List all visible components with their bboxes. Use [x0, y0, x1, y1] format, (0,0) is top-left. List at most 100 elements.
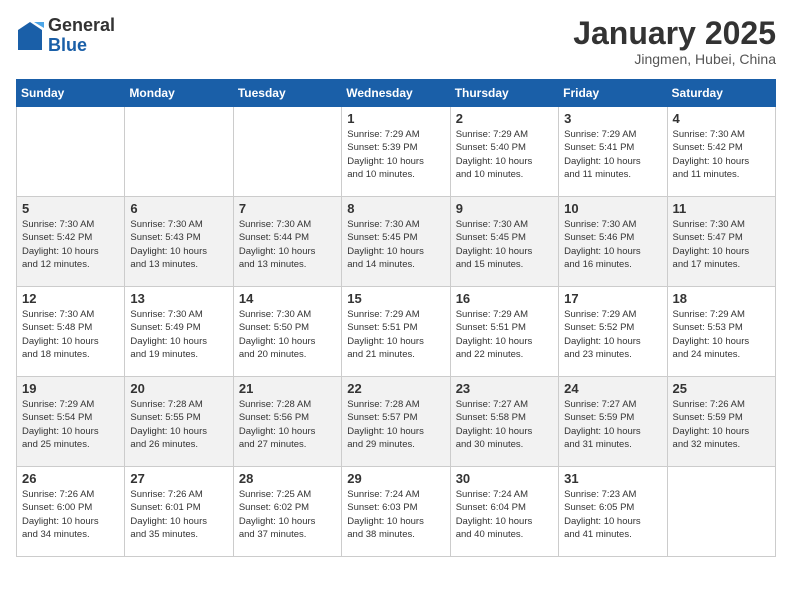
- day-number: 11: [673, 201, 770, 216]
- day-number: 19: [22, 381, 119, 396]
- day-info: Sunrise: 7:29 AM Sunset: 5:39 PM Dayligh…: [347, 128, 444, 181]
- calendar-cell: 21 Sunrise: 7:28 AM Sunset: 5:56 PM Dayli…: [233, 377, 341, 467]
- weekday-header-friday: Friday: [559, 80, 667, 107]
- calendar-cell: 3Sunrise: 7:29 AM Sunset: 5:41 PM Daylig…: [559, 107, 667, 197]
- calendar-cell: 11 Sunrise: 7:30 AM Sunset: 5:47 PM Dayli…: [667, 197, 775, 287]
- day-info: Sunrise: 7:30 AM Sunset: 5:46 PM Dayligh…: [564, 218, 661, 271]
- calendar-cell: 16 Sunrise: 7:29 AM Sunset: 5:51 PM Dayli…: [450, 287, 558, 377]
- day-info: Sunrise: 7:30 AM Sunset: 5:50 PM Dayligh…: [239, 308, 336, 361]
- day-number: 23: [456, 381, 553, 396]
- calendar-cell: 12 Sunrise: 7:30 AM Sunset: 5:48 PM Dayli…: [17, 287, 125, 377]
- day-number: 4: [673, 111, 770, 126]
- day-number: 7: [239, 201, 336, 216]
- calendar-cell: 15 Sunrise: 7:29 AM Sunset: 5:51 PM Dayli…: [342, 287, 450, 377]
- day-info: Sunrise: 7:29 AM Sunset: 5:51 PM Dayligh…: [347, 308, 444, 361]
- calendar-table: SundayMondayTuesdayWednesdayThursdayFrid…: [16, 79, 776, 557]
- calendar-cell: 19 Sunrise: 7:29 AM Sunset: 5:54 PM Dayli…: [17, 377, 125, 467]
- day-number: 27: [130, 471, 227, 486]
- calendar-week-3: 12 Sunrise: 7:30 AM Sunset: 5:48 PM Dayli…: [17, 287, 776, 377]
- calendar-cell: 30Sunrise: 7:24 AM Sunset: 6:04 PM Dayli…: [450, 467, 558, 557]
- day-info: Sunrise: 7:29 AM Sunset: 5:53 PM Dayligh…: [673, 308, 770, 361]
- calendar-cell: 6 Sunrise: 7:30 AM Sunset: 5:43 PM Daylig…: [125, 197, 233, 287]
- logo-blue-text: Blue: [48, 36, 115, 56]
- day-info: Sunrise: 7:28 AM Sunset: 5:55 PM Dayligh…: [130, 398, 227, 451]
- calendar-cell: 20 Sunrise: 7:28 AM Sunset: 5:55 PM Dayli…: [125, 377, 233, 467]
- day-info: Sunrise: 7:26 AM Sunset: 6:00 PM Dayligh…: [22, 488, 119, 541]
- day-number: 3: [564, 111, 661, 126]
- day-info: Sunrise: 7:26 AM Sunset: 5:59 PM Dayligh…: [673, 398, 770, 451]
- calendar-cell: 10 Sunrise: 7:30 AM Sunset: 5:46 PM Dayli…: [559, 197, 667, 287]
- day-info: Sunrise: 7:29 AM Sunset: 5:52 PM Dayligh…: [564, 308, 661, 361]
- title-section: January 2025 Jingmen, Hubei, China: [573, 16, 776, 67]
- day-info: Sunrise: 7:28 AM Sunset: 5:56 PM Dayligh…: [239, 398, 336, 451]
- day-info: Sunrise: 7:30 AM Sunset: 5:47 PM Dayligh…: [673, 218, 770, 271]
- day-number: 15: [347, 291, 444, 306]
- day-number: 16: [456, 291, 553, 306]
- calendar-week-4: 19 Sunrise: 7:29 AM Sunset: 5:54 PM Dayli…: [17, 377, 776, 467]
- calendar-cell: 26 Sunrise: 7:26 AM Sunset: 6:00 PM Dayli…: [17, 467, 125, 557]
- day-number: 29: [347, 471, 444, 486]
- weekday-header-wednesday: Wednesday: [342, 80, 450, 107]
- day-info: Sunrise: 7:30 AM Sunset: 5:42 PM Dayligh…: [673, 128, 770, 181]
- calendar-cell: [233, 107, 341, 197]
- calendar-week-1: 1Sunrise: 7:29 AM Sunset: 5:39 PM Daylig…: [17, 107, 776, 197]
- weekday-header-monday: Monday: [125, 80, 233, 107]
- day-info: Sunrise: 7:30 AM Sunset: 5:43 PM Dayligh…: [130, 218, 227, 271]
- month-title: January 2025: [573, 16, 776, 51]
- day-info: Sunrise: 7:28 AM Sunset: 5:57 PM Dayligh…: [347, 398, 444, 451]
- day-number: 20: [130, 381, 227, 396]
- day-number: 2: [456, 111, 553, 126]
- weekday-header-tuesday: Tuesday: [233, 80, 341, 107]
- calendar-cell: 1Sunrise: 7:29 AM Sunset: 5:39 PM Daylig…: [342, 107, 450, 197]
- day-number: 14: [239, 291, 336, 306]
- weekday-header-saturday: Saturday: [667, 80, 775, 107]
- calendar-week-2: 5Sunrise: 7:30 AM Sunset: 5:42 PM Daylig…: [17, 197, 776, 287]
- day-number: 21: [239, 381, 336, 396]
- day-info: Sunrise: 7:24 AM Sunset: 6:04 PM Dayligh…: [456, 488, 553, 541]
- calendar-cell: 29 Sunrise: 7:24 AM Sunset: 6:03 PM Dayli…: [342, 467, 450, 557]
- calendar-cell: 17 Sunrise: 7:29 AM Sunset: 5:52 PM Dayli…: [559, 287, 667, 377]
- day-number: 13: [130, 291, 227, 306]
- day-info: Sunrise: 7:29 AM Sunset: 5:54 PM Dayligh…: [22, 398, 119, 451]
- logo-general-text: General: [48, 16, 115, 36]
- calendar-cell: [125, 107, 233, 197]
- day-number: 10: [564, 201, 661, 216]
- day-number: 25: [673, 381, 770, 396]
- day-info: Sunrise: 7:30 AM Sunset: 5:45 PM Dayligh…: [347, 218, 444, 271]
- calendar-cell: 13Sunrise: 7:30 AM Sunset: 5:49 PM Dayli…: [125, 287, 233, 377]
- calendar-cell: 9 Sunrise: 7:30 AM Sunset: 5:45 PM Daylig…: [450, 197, 558, 287]
- calendar-cell: [667, 467, 775, 557]
- calendar-cell: 28 Sunrise: 7:25 AM Sunset: 6:02 PM Dayli…: [233, 467, 341, 557]
- day-number: 9: [456, 201, 553, 216]
- calendar-cell: 4 Sunrise: 7:30 AM Sunset: 5:42 PM Daylig…: [667, 107, 775, 197]
- logo: General Blue: [16, 16, 115, 56]
- day-number: 6: [130, 201, 227, 216]
- calendar-cell: 7Sunrise: 7:30 AM Sunset: 5:44 PM Daylig…: [233, 197, 341, 287]
- day-info: Sunrise: 7:23 AM Sunset: 6:05 PM Dayligh…: [564, 488, 661, 541]
- calendar-cell: 8 Sunrise: 7:30 AM Sunset: 5:45 PM Daylig…: [342, 197, 450, 287]
- calendar-cell: 31 Sunrise: 7:23 AM Sunset: 6:05 PM Dayli…: [559, 467, 667, 557]
- day-info: Sunrise: 7:29 AM Sunset: 5:40 PM Dayligh…: [456, 128, 553, 181]
- day-info: Sunrise: 7:27 AM Sunset: 5:59 PM Dayligh…: [564, 398, 661, 451]
- day-number: 31: [564, 471, 661, 486]
- day-info: Sunrise: 7:30 AM Sunset: 5:48 PM Dayligh…: [22, 308, 119, 361]
- calendar-cell: 27Sunrise: 7:26 AM Sunset: 6:01 PM Dayli…: [125, 467, 233, 557]
- header: General Blue January 2025 Jingmen, Hubei…: [16, 16, 776, 67]
- calendar-cell: 23Sunrise: 7:27 AM Sunset: 5:58 PM Dayli…: [450, 377, 558, 467]
- calendar-cell: 22 Sunrise: 7:28 AM Sunset: 5:57 PM Dayli…: [342, 377, 450, 467]
- day-info: Sunrise: 7:25 AM Sunset: 6:02 PM Dayligh…: [239, 488, 336, 541]
- day-info: Sunrise: 7:30 AM Sunset: 5:45 PM Dayligh…: [456, 218, 553, 271]
- day-number: 28: [239, 471, 336, 486]
- weekday-header-thursday: Thursday: [450, 80, 558, 107]
- day-number: 12: [22, 291, 119, 306]
- day-number: 26: [22, 471, 119, 486]
- day-number: 18: [673, 291, 770, 306]
- day-number: 22: [347, 381, 444, 396]
- location: Jingmen, Hubei, China: [573, 51, 776, 67]
- day-info: Sunrise: 7:24 AM Sunset: 6:03 PM Dayligh…: [347, 488, 444, 541]
- weekday-header-sunday: Sunday: [17, 80, 125, 107]
- day-info: Sunrise: 7:29 AM Sunset: 5:51 PM Dayligh…: [456, 308, 553, 361]
- day-number: 17: [564, 291, 661, 306]
- calendar-cell: 25 Sunrise: 7:26 AM Sunset: 5:59 PM Dayli…: [667, 377, 775, 467]
- day-number: 8: [347, 201, 444, 216]
